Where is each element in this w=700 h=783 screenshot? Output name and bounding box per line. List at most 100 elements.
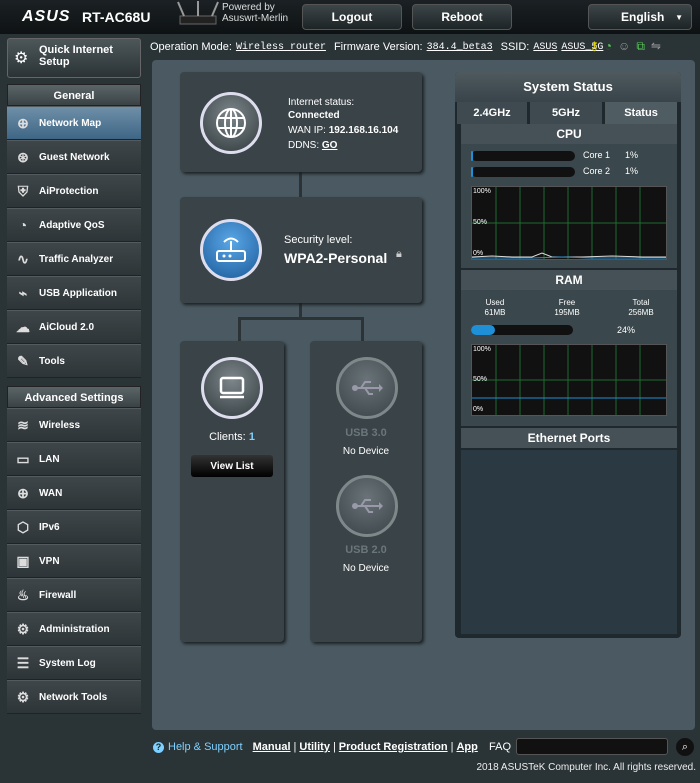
ddns-label: DDNS: (288, 140, 320, 151)
sidebar-item-wireless[interactable]: ≋ Wireless (7, 408, 141, 442)
usb-icon: ⌁ (18, 284, 28, 301)
sidebar-item-lan[interactable]: ▭ LAN (7, 442, 141, 476)
clients-card[interactable]: Clients: 1 View List (180, 341, 284, 642)
wps-status-icon[interactable]: ⇋ (651, 39, 661, 54)
system-log-icon: ☰ (16, 654, 30, 671)
cpu-title: CPU (461, 124, 677, 144)
network-status-icon[interactable]: ⧉ (636, 39, 645, 54)
sidebar-item-label: Firewall (39, 589, 77, 601)
tab-5ghz[interactable]: 5GHz (530, 102, 602, 124)
qos-icon: ◔ (18, 217, 28, 233)
sidebar-item-label: LAN (39, 453, 60, 465)
firmware-link[interactable]: 384.4_beta3 (427, 42, 493, 53)
security-level-label: Security level: (284, 234, 353, 246)
sidebar-item-label: VPN (39, 555, 60, 567)
tab-status[interactable]: Status (605, 102, 677, 124)
product-registration-link[interactable]: Product Registration (339, 741, 448, 753)
sidebar-item-network-map[interactable]: ⊕ Network Map (7, 106, 141, 140)
quick-internet-setup-button[interactable]: ⚙ Quick Internet Setup (7, 38, 141, 78)
ram-graph-grid (472, 345, 666, 415)
op-mode-label: Operation Mode: (150, 41, 232, 53)
guest-network-icon: ⊛ (17, 148, 29, 165)
users-status-icon[interactable]: ☺ (618, 39, 630, 54)
general-menu: General ⊕ Network Map ⊛ Guest Network ⛨ AiPro… (7, 84, 141, 378)
core2-bar-fill (471, 167, 474, 177)
firewall-icon: ♨ (16, 586, 30, 603)
faq-search-input[interactable] (516, 738, 668, 755)
sidebar-item-traffic-analyzer[interactable]: ∿ Traffic Analyzer (7, 242, 141, 276)
search-icon[interactable]: ⌕ (676, 738, 694, 756)
sidebar-item-administration[interactable]: ⚙ Administration (7, 612, 141, 646)
sidebar-item-adaptive-qos[interactable]: ◔ Adaptive QoS (7, 208, 141, 242)
logout-button[interactable]: Logout (302, 4, 402, 30)
sidebar-item-firewall[interactable]: ♨ Firewall (7, 578, 141, 612)
tools-icon: ✎ (17, 352, 29, 369)
sidebar-item-label: IPv6 (39, 521, 60, 533)
usb-card: USB 3.0 No Device USB 2.0 No Device (310, 341, 422, 642)
language-select[interactable]: English ▼ (588, 4, 692, 30)
op-mode-link[interactable]: Wireless router (236, 42, 326, 53)
sidebar-item-aiprotection[interactable]: ⛨ AiProtection (7, 174, 141, 208)
ethernet-ports-area (461, 450, 677, 634)
internet-status-value: Connected (288, 110, 340, 121)
utility-link[interactable]: Utility (299, 741, 330, 753)
traffic-analyzer-icon: ∿ (17, 250, 29, 267)
manual-link[interactable]: Manual (253, 741, 291, 753)
usb-status-icon[interactable]: ⚷ (590, 39, 599, 54)
core1-label: Core 1 (583, 150, 611, 160)
sidebar-item-usb-application[interactable]: ⌁ USB Application (7, 276, 141, 310)
sidebar-item-label: Adaptive QoS (39, 219, 105, 231)
sidebar-item-label: System Log (39, 657, 96, 669)
sidebar-item-vpn[interactable]: ▣ VPN (7, 544, 141, 578)
sidebar-item-label: Tools (39, 355, 65, 367)
sidebar-item-label: Administration (39, 623, 110, 635)
sidebar-item-wan[interactable]: ⊕ WAN (7, 476, 141, 510)
cloud-icon: ☁ (16, 318, 30, 335)
wifi-status-icon[interactable]: ◔ (605, 39, 612, 54)
reboot-button[interactable]: Reboot (412, 4, 512, 30)
internet-card[interactable]: Internet status: Connected WAN IP: 192.1… (180, 72, 422, 172)
help-support-label: Help & Support (168, 741, 243, 753)
sidebar-item-tools[interactable]: ✎ Tools (7, 344, 141, 378)
sidebar-item-label: Traffic Analyzer (39, 253, 114, 265)
top-bar: ASUS RT-AC68U Powered by Asuswrt-Merlin L… (0, 0, 700, 34)
core1-bar-fill (471, 151, 474, 161)
sidebar-item-network-tools[interactable]: ⚙ Network Tools (7, 680, 141, 714)
advanced-menu: Advanced Settings ≋ Wireless ▭ LAN ⊕ WAN ⬡ IPv6… (7, 386, 141, 714)
clients-count[interactable]: 1 (249, 431, 255, 443)
connector-line (361, 317, 364, 341)
sidebar-item-system-log[interactable]: ☰ System Log (7, 646, 141, 680)
ddns-go-link[interactable]: GO (322, 140, 338, 151)
sidebar-item-aicloud-2-0[interactable]: ☁ AiCloud 2.0 (7, 310, 141, 344)
qis-label: Quick Internet Setup (39, 44, 113, 68)
router-card[interactable]: Security level: WPA2-Personal 🔒︎ (180, 197, 422, 303)
powered-by: Powered by Asuswrt-Merlin (222, 2, 288, 24)
usb2-icon[interactable] (336, 475, 398, 537)
ssid-label: SSID: (500, 41, 530, 53)
advanced-header: Advanced Settings (7, 386, 141, 408)
ram-section: RAM Used 61MB Free 195MB Total 256MB 24% 10… (461, 270, 677, 426)
sidebar-item-label: AiCloud 2.0 (39, 321, 95, 333)
security-level-value: WPA2-Personal (284, 250, 388, 266)
wan-ip-value: 192.168.16.104 (328, 125, 399, 136)
ram-total-value: 256MB (628, 308, 654, 317)
globe-icon (200, 92, 262, 154)
ram-tick-50: 50% (473, 376, 488, 383)
tab-24ghz[interactable]: 2.4GHz (457, 102, 527, 124)
help-icon: ? (153, 741, 164, 753)
sidebar-item-ipv6[interactable]: ⬡ IPv6 (7, 510, 141, 544)
router-image (172, 0, 220, 30)
usb3-icon[interactable] (336, 357, 398, 419)
wan-icon: ⊕ (17, 484, 29, 501)
computer-icon (201, 357, 263, 419)
system-status-title: System Status (455, 72, 681, 102)
ram-used-label: Used (485, 298, 505, 307)
brand-logo: ASUS (22, 8, 71, 25)
sidebar-item-guest-network[interactable]: ⊛ Guest Network (7, 140, 141, 174)
view-list-button[interactable]: View List (191, 455, 273, 477)
connector-line (299, 303, 302, 318)
ssid-24-link[interactable]: ASUS (533, 42, 557, 53)
firmware-label: Firmware Version: (333, 41, 423, 53)
ethernet-ports-header[interactable]: Ethernet Ports (461, 428, 677, 448)
app-link[interactable]: App (456, 741, 477, 753)
